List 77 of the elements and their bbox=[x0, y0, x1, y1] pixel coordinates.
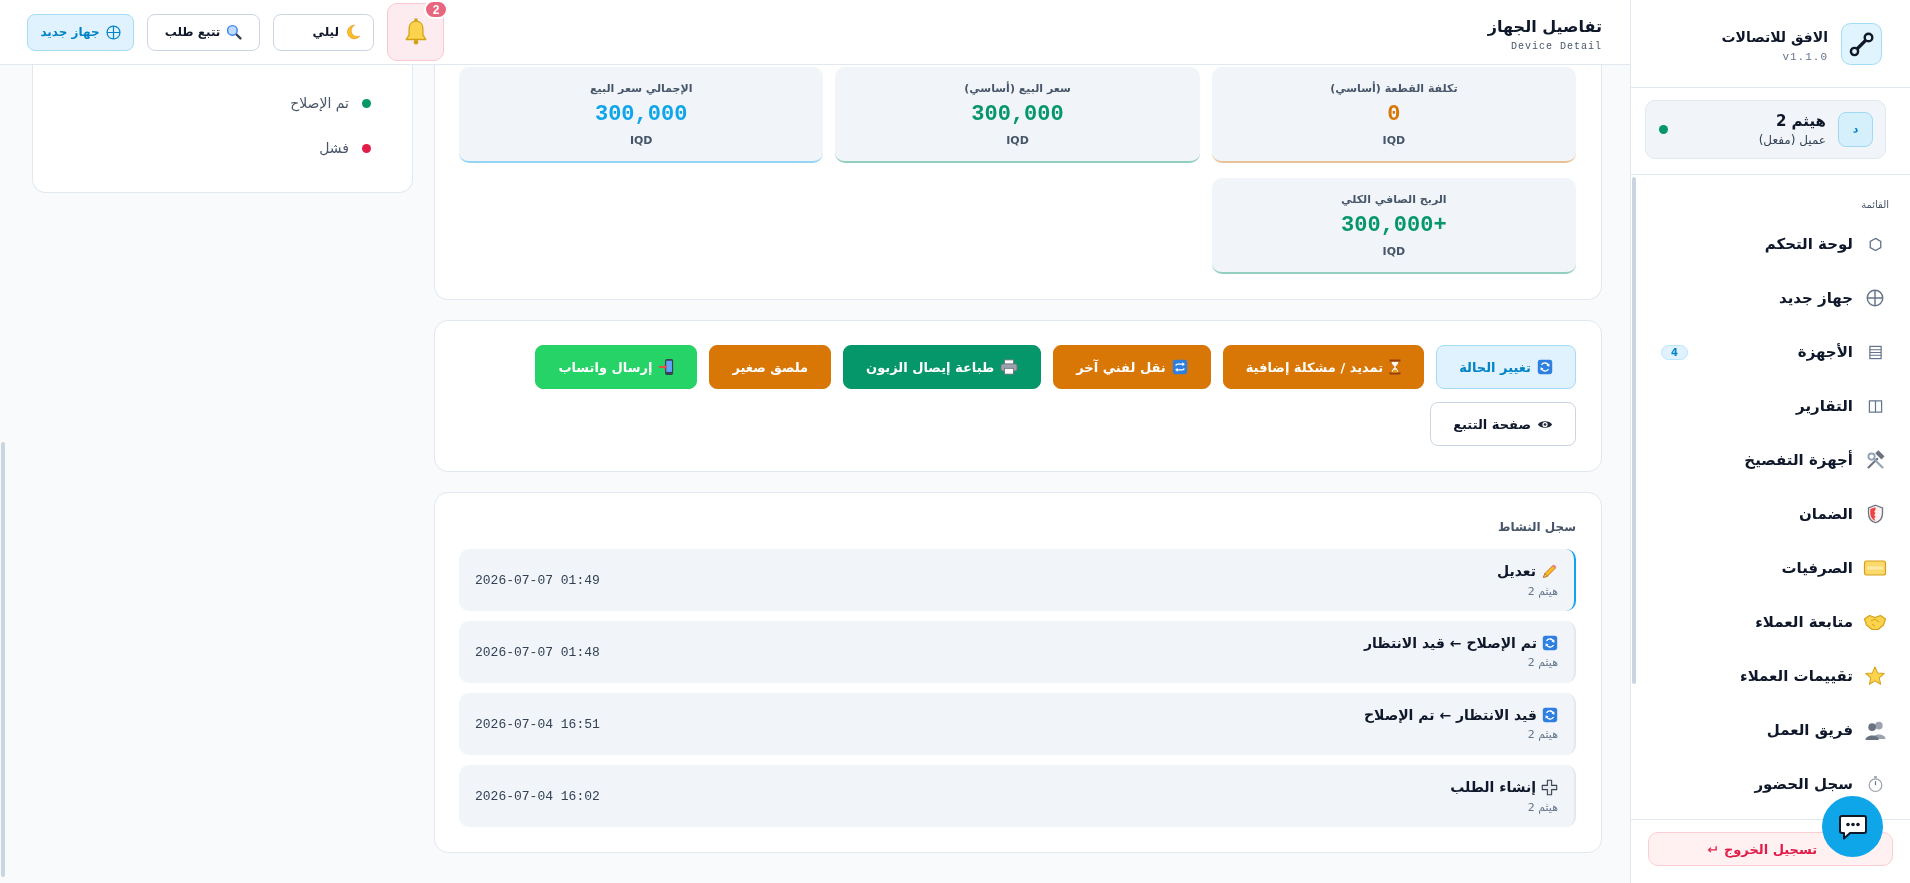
version-label: v1.1.0 bbox=[1781, 50, 1828, 63]
wrench-icon bbox=[1841, 22, 1882, 65]
track-button[interactable]: تتبع طلب bbox=[147, 13, 260, 51]
moon-icon bbox=[345, 24, 361, 40]
nav-item[interactable]: جهاز جديد bbox=[1631, 271, 1910, 325]
stat-value: 300,000 bbox=[971, 101, 1064, 127]
theme-button[interactable]: ليلي bbox=[273, 13, 374, 51]
count-badge: 4 bbox=[1661, 344, 1688, 360]
nav-item[interactable]: الأجهزة bbox=[1695, 325, 1910, 379]
refresh-icon bbox=[1542, 635, 1558, 651]
scrollbar-thumb[interactable] bbox=[1, 442, 5, 877]
activity-title: قيد الانتظار ← تم الإصلاح bbox=[1363, 707, 1537, 723]
stat-value: 300,000 bbox=[594, 101, 688, 127]
notification-badge: 2 bbox=[424, 0, 448, 19]
nav-item[interactable]: أجهزة التفصيخ bbox=[1631, 433, 1910, 487]
stat-unit: IQD bbox=[1006, 133, 1029, 147]
repeat-icon bbox=[1171, 359, 1188, 375]
page-title: تفاصيل الجهاز bbox=[1487, 16, 1602, 36]
nav-item[interactable]: سجل الحضور bbox=[1631, 757, 1910, 811]
stat-unit: IQD bbox=[1382, 244, 1406, 258]
search-icon bbox=[226, 24, 243, 40]
user-name: هيثم 2 bbox=[1774, 112, 1826, 130]
activity-user: هيثم 2 bbox=[1526, 584, 1558, 598]
tools-icon bbox=[1864, 449, 1886, 471]
tracking-button[interactable]: صفحة التتبع bbox=[1430, 402, 1576, 446]
people-icon bbox=[1863, 719, 1887, 741]
avatar-initial: د bbox=[1838, 112, 1873, 147]
circle-plus-icon bbox=[1866, 289, 1884, 307]
columns-icon bbox=[1867, 398, 1883, 414]
refresh-icon bbox=[1542, 707, 1558, 723]
hourglass-icon bbox=[1389, 359, 1402, 375]
activity-time: 2026-07-04 16:02 bbox=[475, 788, 600, 804]
nav-item[interactable]: فريق العمل bbox=[1631, 703, 1910, 757]
stat-label: تكلفة القطعة (أساسي) bbox=[1330, 81, 1458, 95]
activity-time: 2026-07-04 16:51 bbox=[475, 716, 600, 732]
nav-item[interactable]: الصرفيات bbox=[1631, 541, 1910, 595]
activity-heading: سجل النشاط bbox=[1496, 520, 1576, 534]
refresh-icon bbox=[1537, 359, 1553, 375]
pencil-icon bbox=[1541, 562, 1558, 580]
activity-title: تعديل bbox=[1497, 563, 1536, 579]
new-button[interactable]: جهاز جديد bbox=[27, 13, 134, 51]
status-button[interactable]: تغيير الحالة bbox=[1436, 345, 1576, 389]
return-arrow-icon bbox=[1705, 843, 1718, 855]
nav-item[interactable]: متابعة العملاء bbox=[1631, 595, 1910, 649]
activity-time: 2026-07-07 01:48 bbox=[475, 644, 600, 660]
plus-icon bbox=[1541, 778, 1558, 796]
stat-value: +300,000 bbox=[1341, 212, 1447, 238]
activity-title: إنشاء الطلب bbox=[1450, 779, 1536, 795]
nav-item[interactable]: التقارير bbox=[1631, 379, 1910, 433]
hexagon-icon bbox=[1867, 236, 1883, 252]
stat-label: سعر البيع (أساسي) bbox=[964, 81, 1071, 95]
stat-unit: IQD bbox=[629, 133, 653, 147]
page-subtitle: Device Detail bbox=[1510, 40, 1602, 52]
section-label: القائمة bbox=[1860, 199, 1890, 210]
activity-title: تم الإصلاح ← قيد الانتظار bbox=[1363, 635, 1537, 651]
eye-icon bbox=[1537, 418, 1553, 430]
star-icon bbox=[1864, 665, 1886, 687]
print-button[interactable]: طباعة إيصال الزبون bbox=[843, 345, 1042, 389]
activity-user: هيثم 2 bbox=[1526, 728, 1558, 741]
nav-item[interactable]: لوحة التحكم bbox=[1631, 217, 1910, 271]
circle-plus-icon bbox=[105, 24, 121, 40]
stat-label: الإجمالي سعر البيع bbox=[589, 81, 693, 95]
phone-arrow-icon bbox=[658, 358, 675, 376]
activity-user: هيثم 2 bbox=[1526, 656, 1558, 669]
user-role: عميل (مفعل) bbox=[1758, 133, 1826, 147]
list-icon bbox=[1867, 344, 1883, 360]
stat-label: الربح الصافي الكلي bbox=[1341, 192, 1447, 206]
legend-label: تم الإصلاح bbox=[290, 95, 349, 111]
stat-unit: IQD bbox=[1382, 133, 1406, 147]
stat-value: 0 bbox=[1387, 101, 1401, 127]
legend-label: فشل bbox=[319, 140, 349, 156]
chat-bubble-icon bbox=[1837, 812, 1868, 841]
brand-name: الافق للاتصالات bbox=[1721, 28, 1828, 45]
activity-user: هيثم 2 bbox=[1526, 800, 1558, 814]
nav-item[interactable]: تقييمات العملاء bbox=[1631, 649, 1910, 703]
printer-icon bbox=[1000, 359, 1019, 375]
activity-time: 2026-07-07 01:49 bbox=[475, 572, 600, 588]
